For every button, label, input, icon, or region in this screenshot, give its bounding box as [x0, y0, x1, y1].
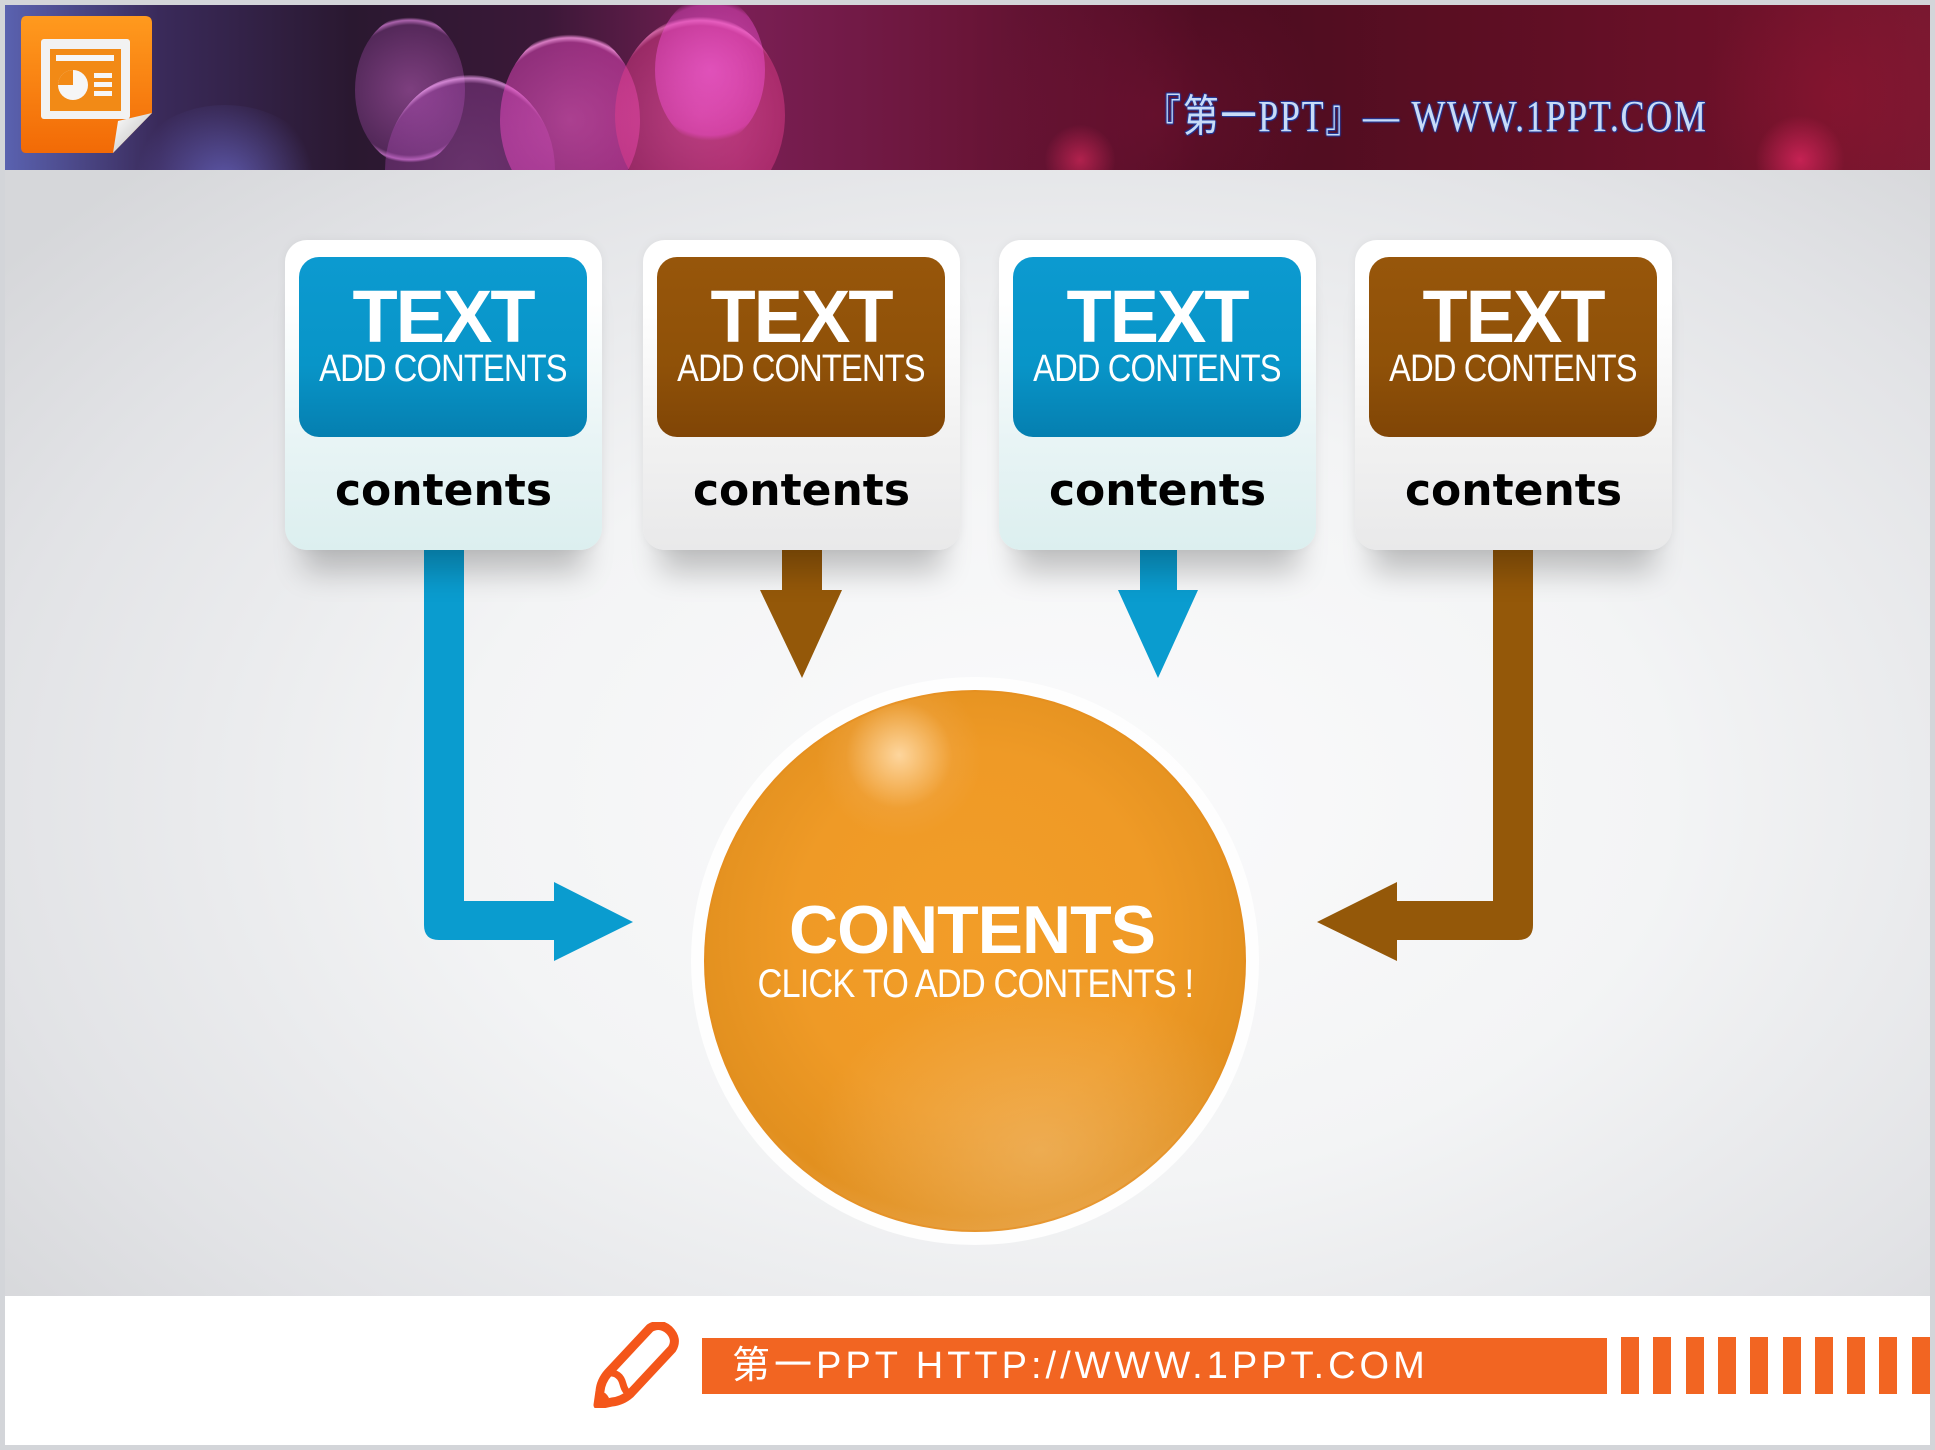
arrow-card-3-to-center [1118, 550, 1198, 678]
footer-stripe [1717, 1337, 1736, 1394]
card-title: TEXT [1422, 275, 1605, 358]
card-subtitle: ADD CONTENTS [677, 348, 925, 390]
footer-stripe [1814, 1337, 1833, 1394]
card-subtitle: ADD CONTENTS [1389, 348, 1637, 390]
card-subtitle: ADD CONTENTS [319, 348, 567, 390]
center-title[interactable]: CONTENTS [701, 895, 1243, 965]
footer-stripe [1782, 1337, 1801, 1394]
card-title: TEXT [352, 275, 535, 358]
arrow-card-2-to-center [760, 550, 842, 678]
footer-stripe [1879, 1337, 1898, 1394]
footer-stripe [1685, 1337, 1704, 1394]
footer-stripe [1621, 1337, 1639, 1394]
footer: 第一PPT HTTP://WWW.1PPT.COM [5, 1296, 1930, 1445]
card-label: contents [1404, 465, 1623, 516]
card-subtitle: ADD CONTENTS [1033, 348, 1281, 390]
card-header: TEXT ADD CONTENTS [657, 257, 945, 437]
card-2[interactable]: TEXT ADD CONTENTS contents [643, 240, 960, 550]
footer-url-bar[interactable]: 第一PPT HTTP://WWW.1PPT.COM [702, 1338, 1607, 1394]
pencil-icon [593, 1322, 679, 1408]
footer-stripe [1750, 1337, 1769, 1394]
card-header: TEXT ADD CONTENTS [299, 257, 587, 437]
footer-stripe [1911, 1337, 1930, 1394]
card-header: TEXT ADD CONTENTS [1013, 257, 1301, 437]
card-label: contents [1048, 465, 1267, 516]
slide: 『第一PPT』— WWW.1PPT.COM TEXT ADD CONTENTS … [5, 5, 1930, 1445]
card-title: TEXT [710, 275, 893, 358]
card-4[interactable]: TEXT ADD CONTENTS contents [1355, 240, 1672, 550]
footer-stripe [1847, 1337, 1866, 1394]
card-title: TEXT [1066, 275, 1249, 358]
card-label: contents [334, 465, 553, 516]
arrow-card-4-to-center [1317, 550, 1533, 961]
card-1[interactable]: TEXT ADD CONTENTS contents [285, 240, 602, 550]
center-subtitle[interactable]: CLICK TO ADD CONTENTS ! [704, 963, 1246, 1005]
center-subtitle-text: CLICK TO ADD CONTENTS ! [757, 962, 1194, 1006]
card-header: TEXT ADD CONTENTS [1369, 257, 1657, 437]
card-3[interactable]: TEXT ADD CONTENTS contents [999, 240, 1316, 550]
arrow-card-1-to-center [424, 550, 633, 961]
footer-stripe [1653, 1337, 1672, 1394]
card-label: contents [692, 465, 911, 516]
